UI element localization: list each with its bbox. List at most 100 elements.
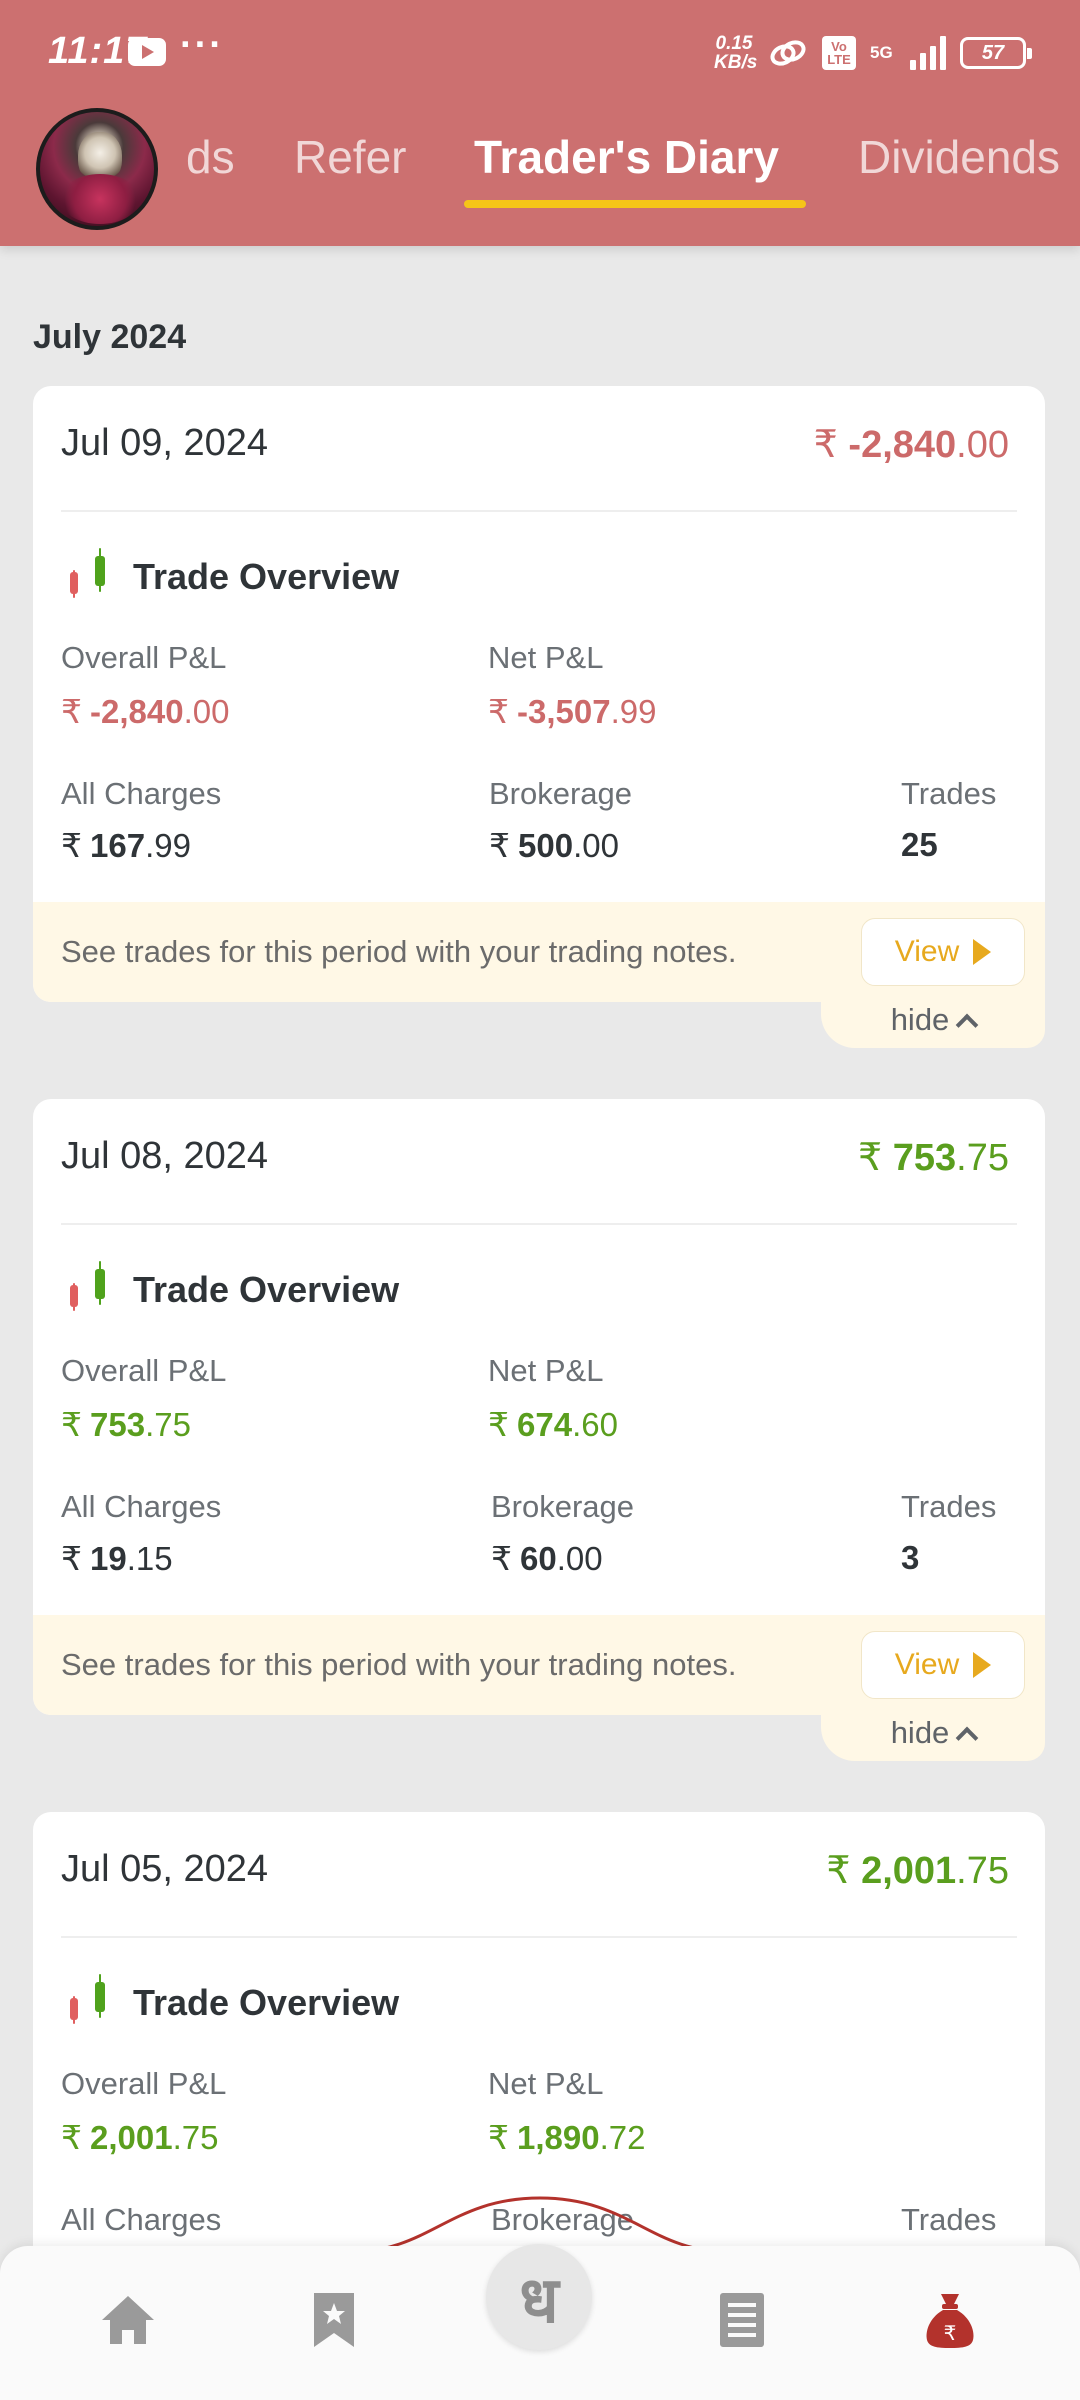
tab-dividends[interactable]: Dividends: [858, 130, 1060, 184]
diary-card: Jul 09, 2024 ₹ -2,840.00 Trade Overview …: [33, 386, 1045, 1056]
all-charges-label: All Charges: [61, 1489, 222, 1524]
amount-int: 753: [892, 1137, 957, 1179]
amount-dec: .75: [172, 2119, 219, 2156]
card-date: Jul 09, 2024: [61, 422, 269, 464]
hotspot-link-icon: [770, 40, 806, 66]
net-pnl-label: Net P&L: [488, 640, 604, 675]
card-total-pnl: ₹ -2,840.00: [814, 422, 1009, 467]
diary-card: Jul 08, 2024 ₹ 753 .75 Trade Overview Ove…: [33, 1099, 1045, 1769]
amount-dec: .75: [145, 1406, 191, 1443]
diary-card-body: Jul 08, 2024 ₹ 753 .75 Trade Overview Ove…: [33, 1099, 1045, 1715]
tab-traders-diary[interactable]: Trader's Diary: [474, 130, 779, 184]
amount-dec: .00: [956, 424, 1009, 466]
battery-icon: 57: [960, 37, 1032, 69]
overall-pnl-label: Overall P&L: [61, 1353, 227, 1388]
net-pnl-label: Net P&L: [488, 1353, 604, 1388]
amount-int: -3,507: [517, 693, 611, 730]
tab-funds[interactable]: ds: [186, 130, 235, 184]
network-speed: 0.15 KB/s: [714, 33, 758, 73]
amount-dec: .00: [556, 1540, 603, 1577]
trade-overview-title: Trade Overview: [133, 1982, 400, 2023]
overall-pnl-value: ₹ -2,840.00: [61, 692, 229, 731]
currency-symbol: ₹: [61, 1406, 82, 1443]
amount-dec: .15: [126, 1540, 173, 1577]
signal-bars-icon: [910, 36, 946, 70]
amount-int: 1,890: [517, 2119, 600, 2156]
card-date: Jul 05, 2024: [61, 1848, 269, 1890]
currency-symbol: ₹: [61, 827, 82, 864]
view-label: View: [894, 1648, 960, 1681]
nav-watchlist[interactable]: [294, 2280, 374, 2360]
view-trades-button[interactable]: View: [861, 918, 1025, 986]
dhan-logo-button[interactable]: ध: [486, 2244, 592, 2350]
net-pnl-value: ₹ -3,507.99: [488, 692, 656, 731]
currency-symbol: ₹: [61, 693, 82, 730]
youtube-notification-icon: [128, 38, 166, 66]
more-notifications-icon: ···: [180, 24, 224, 66]
currency-symbol: ₹: [488, 693, 509, 730]
money-bag-icon: ₹: [926, 2294, 974, 2348]
play-icon: [973, 939, 992, 965]
currency-symbol: ₹: [489, 827, 510, 864]
amount-int: 60: [520, 1540, 557, 1577]
nav-home[interactable]: [88, 2280, 168, 2360]
amount-int: 674: [517, 1406, 573, 1443]
speed-unit: KB/s: [714, 52, 758, 73]
see-trades-text: See trades for this period with your tra…: [61, 934, 737, 969]
amount-dec: .72: [599, 2119, 646, 2156]
trades-label: Trades: [901, 776, 997, 811]
overall-pnl-label: Overall P&L: [61, 2066, 227, 2101]
all-charges-label: All Charges: [61, 776, 222, 811]
tab-refer[interactable]: Refer: [294, 130, 406, 184]
bookmark-star-icon: [314, 2293, 354, 2347]
see-trades-text: See trades for this period with your tra…: [61, 1647, 737, 1682]
trades-value: 25: [901, 826, 938, 863]
currency-symbol: ₹: [488, 1406, 509, 1443]
trade-overview-title: Trade Overview: [133, 1269, 400, 1310]
divider: [61, 1936, 1017, 1938]
status-bar: 11:17 ··· 0.15 KB/s Vo LTE 5G 57: [0, 0, 1080, 100]
divider: [61, 1223, 1017, 1225]
net-pnl-value: ₹674.60: [488, 1405, 618, 1444]
amount-int: -2,840: [90, 693, 184, 730]
amount-dec: .99: [145, 827, 191, 864]
nav-funds[interactable]: ₹: [910, 2280, 990, 2360]
play-icon: [973, 1652, 992, 1678]
amount-dec: .99: [610, 693, 657, 730]
hide-label: hide: [890, 1715, 950, 1750]
amount-int: 167: [90, 827, 146, 864]
tab-bar: ds Refer Trader's Diary Dividends: [0, 130, 1080, 200]
view-label: View: [894, 935, 960, 968]
volte-badge: Vo LTE: [822, 36, 856, 70]
amount-int: 2,001: [90, 2119, 173, 2156]
candlestick-icon: [67, 1261, 109, 1313]
all-charges-value: ₹167.99: [61, 826, 191, 865]
overall-pnl-label: Overall P&L: [61, 640, 227, 675]
amount-dec: .00: [183, 693, 230, 730]
home-icon: [102, 2296, 154, 2344]
brokerage-label: Brokerage: [491, 1489, 635, 1524]
card-date: Jul 08, 2024: [61, 1135, 269, 1177]
hide-label: hide: [890, 1002, 950, 1037]
diary-card-body: Jul 09, 2024 ₹ -2,840.00 Trade Overview …: [33, 386, 1045, 1002]
currency-symbol: ₹: [491, 1540, 512, 1577]
card-total-pnl: ₹ 2,001.75: [826, 1848, 1009, 1893]
battery-level: 57: [981, 41, 1005, 64]
status-icons: 0.15 KB/s Vo LTE 5G 57: [714, 30, 1032, 76]
hide-card-button[interactable]: hide: [821, 986, 1045, 1048]
amount-int: 500: [518, 827, 574, 864]
speed-value: 0.15: [715, 33, 753, 54]
chevron-up-icon: [955, 1726, 979, 1750]
orders-list-icon: [720, 2293, 764, 2347]
trade-overview-title: Trade Overview: [133, 556, 400, 597]
hide-card-button[interactable]: hide: [821, 1699, 1045, 1761]
nav-orders[interactable]: [702, 2280, 782, 2360]
amount-int: 2,001: [861, 1850, 957, 1892]
brokerage-label: Brokerage: [489, 776, 633, 811]
amount-dec: .00: [573, 827, 619, 864]
svg-text:₹: ₹: [944, 2321, 957, 2345]
view-trades-button[interactable]: View: [861, 1631, 1025, 1699]
amount-dec: .75: [956, 1850, 1009, 1892]
currency-symbol: ₹: [858, 1137, 883, 1179]
currency-symbol: ₹: [61, 2119, 82, 2156]
